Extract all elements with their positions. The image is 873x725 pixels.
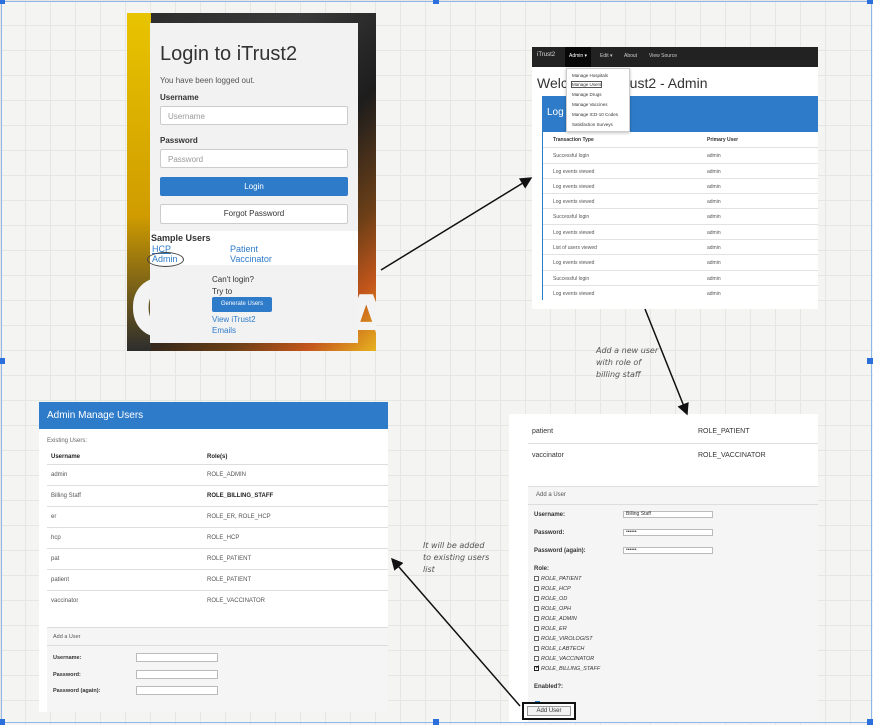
- admin-dropdown-menu: Manage Hospitals Manage Users Manage Dru…: [566, 68, 630, 132]
- dropdown-item[interactable]: Manage Vaccines: [572, 102, 607, 107]
- arrow-to-manage-users: [391, 557, 521, 707]
- dropdown-item[interactable]: Satisfaction Surveys: [572, 122, 613, 127]
- arrow-to-form: [644, 308, 689, 416]
- dropdown-item[interactable]: Manage Drugs: [572, 92, 602, 97]
- arrow-to-admin: [380, 177, 533, 271]
- dropdown-item[interactable]: Manage Hospitals: [572, 73, 608, 78]
- dropdown-item[interactable]: Manage ICD-10 Codes: [572, 112, 618, 117]
- flow-arrows: [380, 177, 689, 707]
- dropdown-item-manage-users[interactable]: Manage Users: [570, 81, 603, 88]
